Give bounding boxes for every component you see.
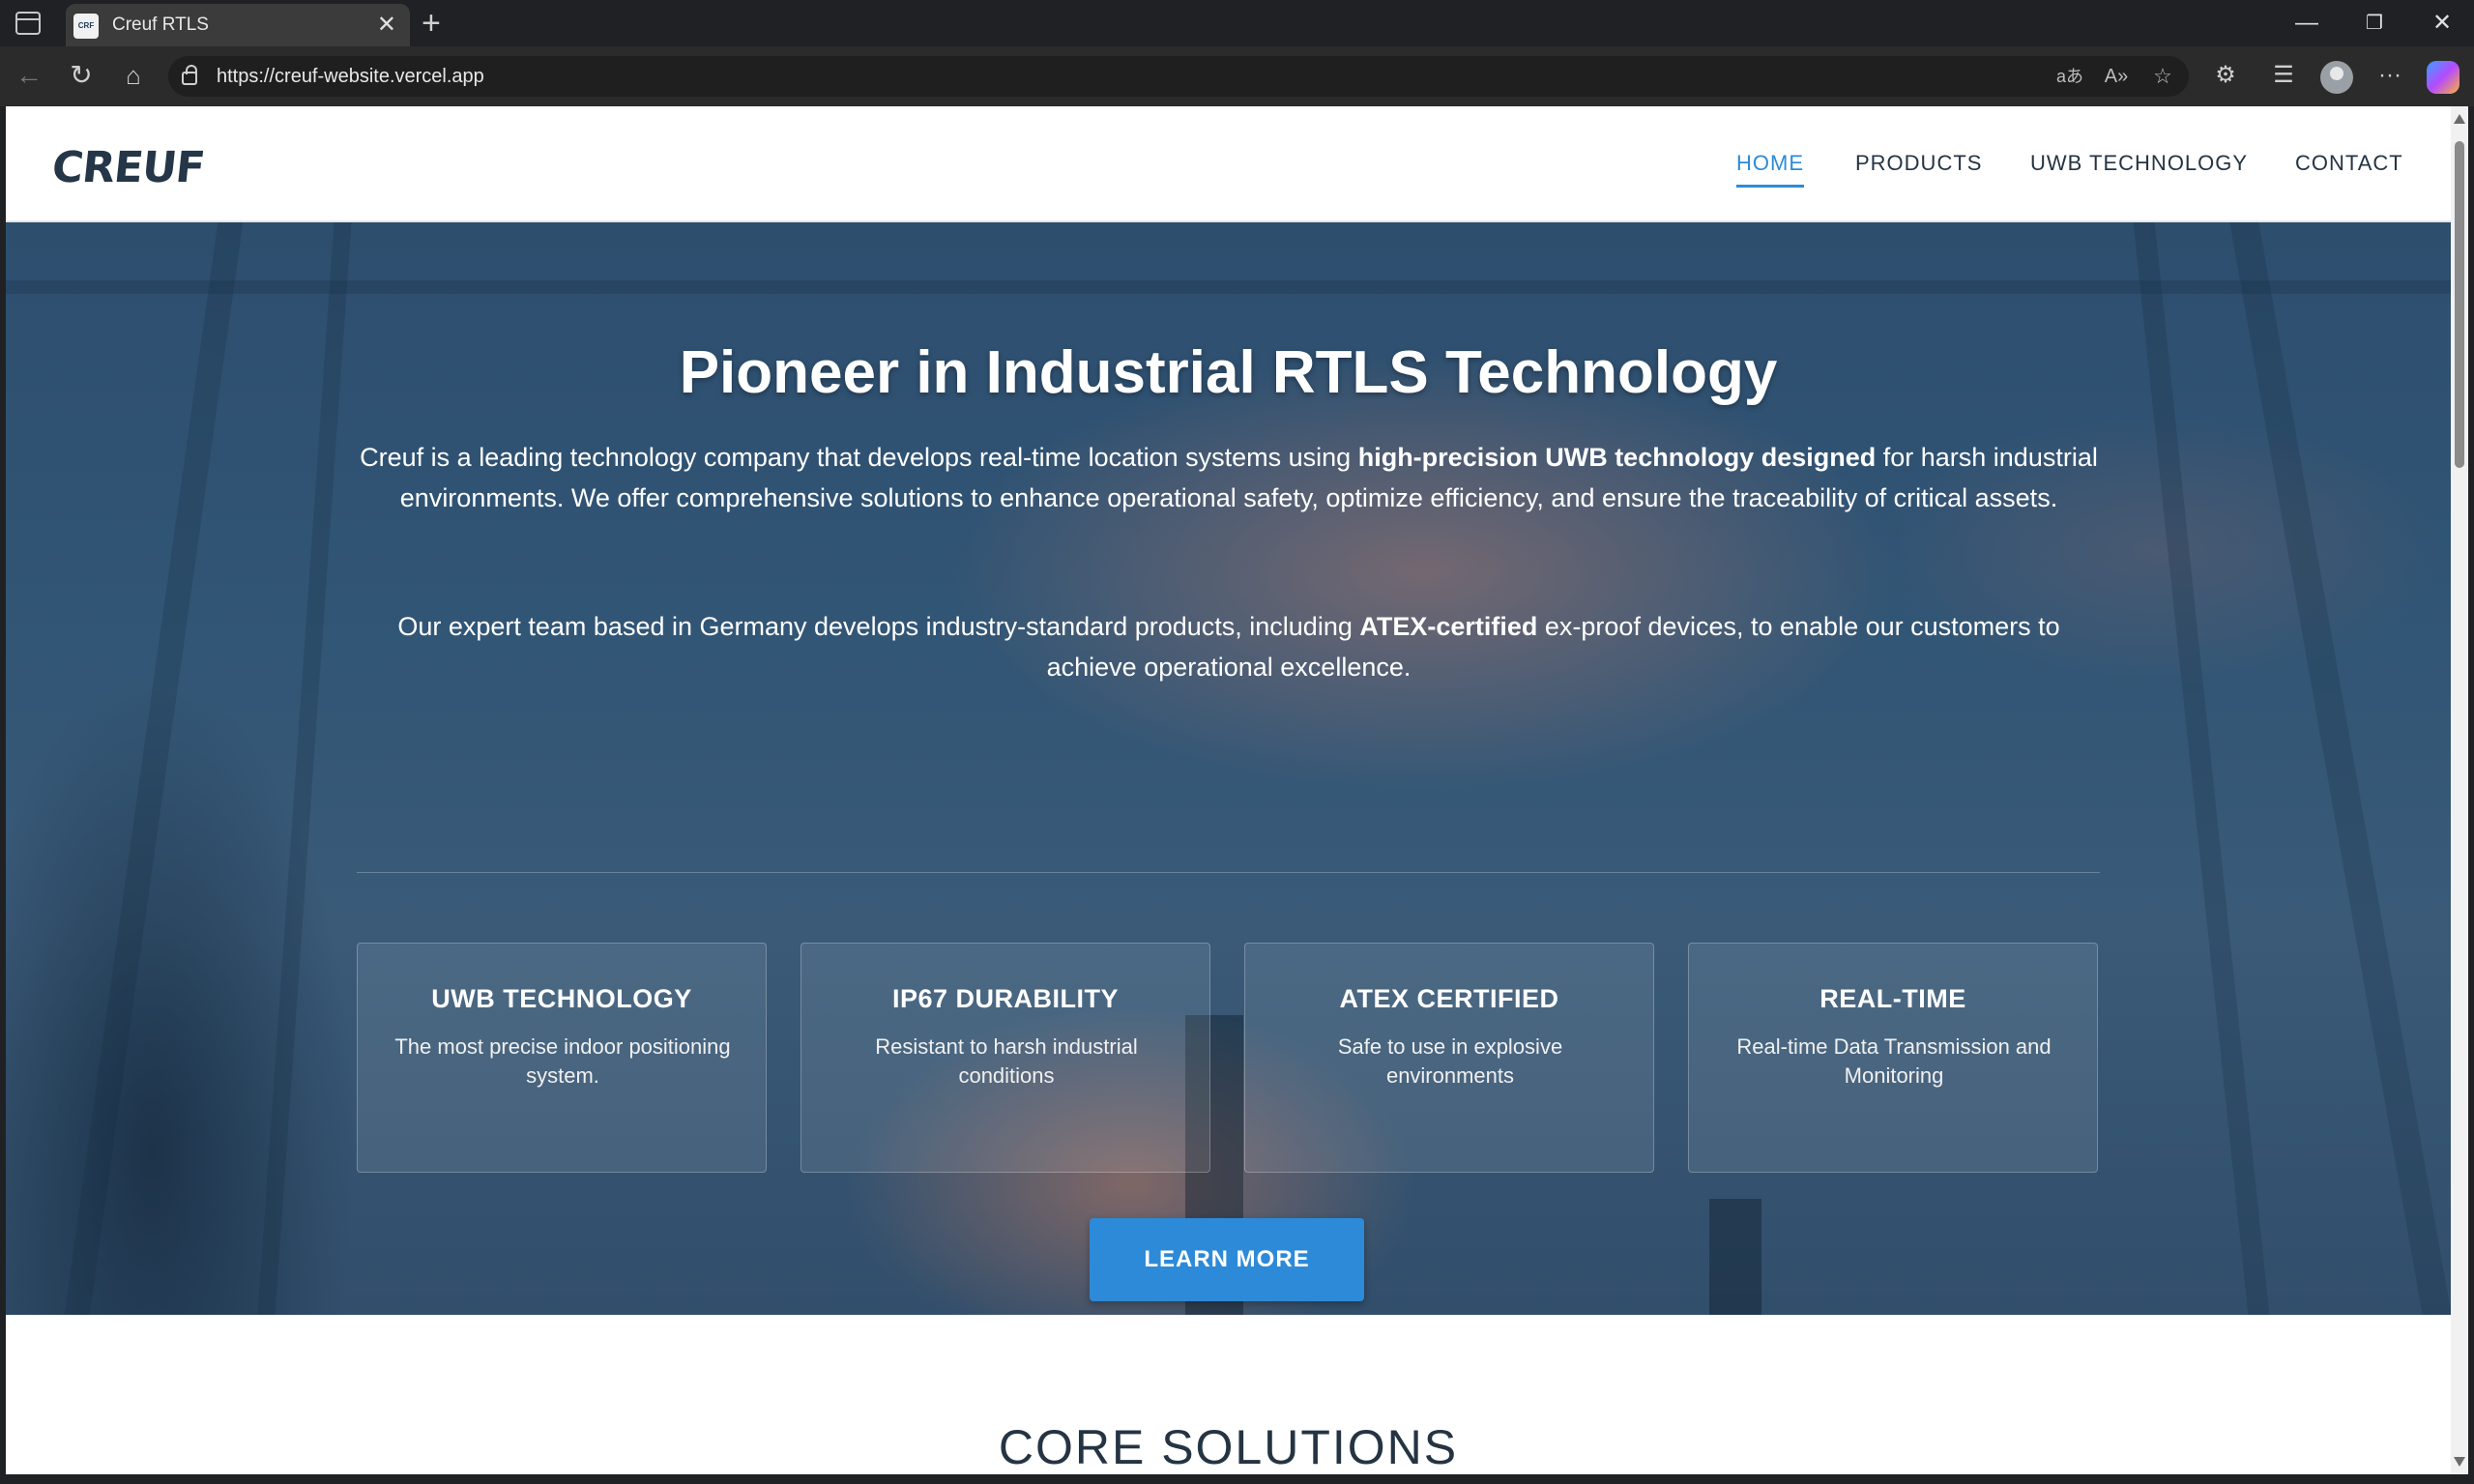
hero-highlight-uwb: high-precision UWB technology designed: [1357, 443, 1877, 472]
creuf-logo[interactable]: CREUF: [49, 143, 206, 192]
nav-uwb-technology[interactable]: UWB TECHNOLOGY: [2030, 151, 2248, 176]
feature-card-title: IP67 DURABILITY: [891, 984, 1120, 1013]
hero-divider: [357, 872, 2100, 873]
feature-card-realtime: REAL-TIME Real-time Data Transmission an…: [1688, 943, 2098, 1173]
favicon-icon: CRF: [73, 14, 99, 39]
profile-avatar[interactable]: [2320, 61, 2353, 94]
lock-icon[interactable]: [182, 65, 197, 85]
page-scrollbar[interactable]: [2451, 106, 2468, 1474]
feature-card-title: REAL-TIME: [1819, 984, 1966, 1013]
scroll-up-arrow-icon[interactable]: [2454, 114, 2465, 124]
tab-sidebar-icon[interactable]: [15, 12, 41, 35]
favorite-star-icon[interactable]: ☆: [2146, 62, 2179, 91]
page-viewport: CREUF HOME PRODUCTS UWB TECHNOLOGY CONTA…: [6, 106, 2451, 1474]
minimize-icon[interactable]: —: [2287, 6, 2326, 41]
tab-title: Creuf RTLS: [112, 15, 209, 35]
url-text[interactable]: https://creuf-website.vercel.app: [217, 66, 484, 88]
hero-highlight-atex: ATEX-certified: [1359, 612, 1538, 641]
feature-card-uwb: UWB TECHNOLOGY The most precise indoor p…: [357, 943, 767, 1173]
feature-card-description: Resistant to harsh industrial conditions: [875, 1034, 1138, 1088]
hero-intro-paragraph: Creuf is a leading technology company th…: [360, 443, 2098, 512]
feature-card-title: UWB TECHNOLOGY: [431, 984, 692, 1013]
core-solutions-heading: CORE SOLUTIONS: [998, 1420, 1459, 1474]
nav-home[interactable]: HOME: [1736, 151, 1804, 188]
nav-products[interactable]: PRODUCTS: [1855, 151, 1982, 176]
feature-card-description: Real-time Data Transmission and Monitori…: [1736, 1034, 2052, 1088]
window-bottom-edge: [0, 1474, 2474, 1484]
browser-title-bar: CRF Creuf RTLS ✕ + — ❐ ✕: [0, 0, 2474, 46]
read-aloud-icon[interactable]: A»: [2100, 62, 2133, 91]
learn-more-button[interactable]: LEARN MORE: [1090, 1218, 1364, 1301]
browser-toolbar: ← ↻ ⌂ https://creuf-website.vercel.app a…: [0, 46, 2474, 106]
favorites-icon[interactable]: ☰: [2264, 59, 2303, 92]
feature-card-ip67: IP67 DURABILITY Resistant to harsh indus…: [800, 943, 1210, 1173]
restore-icon[interactable]: ❐: [2355, 6, 2394, 41]
feature-card-description: The most precise indoor positioning syst…: [394, 1034, 731, 1088]
home-icon[interactable]: ⌂: [116, 58, 151, 93]
extensions-icon[interactable]: ⚙: [2206, 59, 2245, 92]
scrollbar-thumb[interactable]: [2455, 141, 2464, 468]
more-icon[interactable]: ···: [2371, 59, 2409, 92]
new-tab-icon[interactable]: +: [422, 4, 441, 43]
feature-card-title: ATEX CERTIFIED: [1339, 984, 1559, 1013]
site-header: CREUF HOME PRODUCTS UWB TECHNOLOGY CONTA…: [6, 106, 2451, 222]
window-edge: [2468, 106, 2474, 1484]
scroll-down-arrow-icon[interactable]: [2454, 1457, 2465, 1467]
close-tab-icon[interactable]: ✕: [377, 12, 396, 39]
hero-section: Pioneer in Industrial RTLS Technology Cr…: [6, 222, 2451, 1315]
translate-icon[interactable]: aあ: [2053, 62, 2086, 91]
back-icon[interactable]: ←: [12, 58, 46, 93]
close-window-icon[interactable]: ✕: [2423, 6, 2461, 41]
feature-card-description: Safe to use in explosive environments: [1337, 1034, 1563, 1088]
hero-team-paragraph: Our expert team based in Germany develop…: [397, 612, 2060, 682]
browser-tab-active[interactable]: CRF Creuf RTLS ✕: [66, 4, 410, 46]
nav-contact[interactable]: CONTACT: [2295, 151, 2403, 176]
address-bar[interactable]: https://creuf-website.vercel.app aあ A» ☆: [168, 56, 2189, 97]
copilot-icon[interactable]: [2427, 61, 2459, 94]
feature-card-atex: ATEX CERTIFIED Safe to use in explosive …: [1244, 943, 1654, 1173]
refresh-icon[interactable]: ↻: [64, 58, 99, 93]
hero-title: Pioneer in Industrial RTLS Technology: [679, 339, 1778, 406]
